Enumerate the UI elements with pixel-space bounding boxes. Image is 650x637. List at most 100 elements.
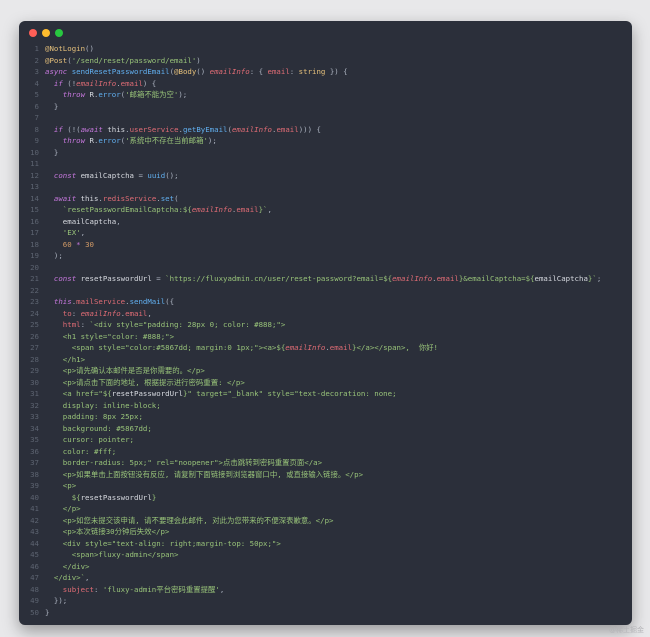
- code-token: emailCaptcha: [45, 216, 117, 226]
- code-line: 31 <a href="${resetPasswordUrl}" target=…: [23, 388, 628, 400]
- code-token: ))) {: [298, 124, 321, 134]
- code-line: 15 `resetPasswordEmailCaptcha:${emailInf…: [23, 204, 628, 216]
- code-line: 46 </div>: [23, 561, 628, 573]
- line-code: </div>: [45, 561, 90, 573]
- code-token: emailCaptcha: [534, 274, 588, 283]
- code-token: <h1 style="color: #888;">: [45, 331, 175, 341]
- code-token: }</a></span>, 你好!: [352, 343, 439, 352]
- line-code: <p>请点击下面的地址, 根据提示进行密码重置: </p>: [45, 377, 245, 389]
- code-token: ,: [116, 216, 121, 226]
- line-number: 7: [34, 113, 39, 122]
- code-token: emailInfo: [209, 67, 250, 76]
- code-token: sendMail: [129, 297, 166, 306]
- code-line: 5 throw R.error('邮箱不能为空');: [23, 89, 628, 101]
- code-token: this: [107, 124, 126, 134]
- code-token: }&emailCaptcha=${: [458, 274, 535, 283]
- line-code: <span>fluxy-admin</span>: [45, 549, 179, 561]
- code-token: email: [276, 124, 299, 134]
- line-code: @NotLogin(): [45, 43, 94, 55]
- code-token: emailInfo: [191, 205, 232, 214]
- code-window: 1 @NotLogin() 2 @Post('/send/reset/password…: [19, 21, 632, 625]
- code-token: resetPasswordUrl: [80, 274, 152, 283]
- line-code: </p>: [45, 503, 81, 515]
- code-line: 40 ${resetPasswordUrl}: [23, 492, 628, 504]
- code-token: throw: [45, 136, 90, 145]
- line-code: <p>如果单击上面按钮没有反应, 请复制下面链接到浏览器窗口中, 或直接输入链接…: [45, 469, 363, 481]
- line-code: subject: 'fluxy-admin平台密码重置提醒',: [45, 584, 225, 596]
- line-number: 27: [30, 343, 39, 352]
- line-code: if (!(await this.userService.getByEmail(…: [45, 124, 321, 136]
- line-number: 35: [30, 435, 39, 444]
- code-line: 7: [23, 112, 628, 124]
- code-token: `https://fluxyadmin.cn/user/reset-passwo…: [165, 274, 393, 283]
- code-token: background: #5867dd;: [45, 423, 152, 433]
- code-token: uuid: [147, 170, 166, 180]
- code-token: 'fluxy-admin平台密码重置提醒': [102, 584, 220, 594]
- code-line: 42 <p>如您未提交该申请, 请不要理会此邮件, 对此为您带来的不便深表歉意。…: [23, 515, 628, 527]
- line-code: );: [45, 250, 63, 262]
- line-code: padding: 8px 25px;: [45, 411, 143, 423]
- code-line: 14 await this.redisService.set(: [23, 193, 628, 205]
- code-token: sendResetPasswordEmail: [71, 67, 170, 76]
- code-line: 11: [23, 158, 628, 170]
- code-token: }) {: [325, 67, 348, 76]
- code-line: 36 color: #fff;: [23, 446, 628, 458]
- line-code: }: [45, 101, 58, 113]
- line-code: await this.redisService.set(: [45, 193, 179, 205]
- code-token: padding: 8px 25px;: [45, 412, 143, 421]
- code-line: 1 @NotLogin(): [23, 43, 628, 55]
- code-token: await: [80, 124, 108, 134]
- code-token: </div>`: [45, 573, 86, 582]
- line-code: color: #fff;: [45, 446, 116, 458]
- code-token: </h1>: [45, 354, 86, 364]
- code-token: });: [45, 596, 68, 605]
- code-token: email: [436, 274, 459, 283]
- code-token: ();: [165, 170, 179, 180]
- code-token: }`: [587, 274, 597, 283]
- line-number: 31: [30, 389, 39, 398]
- maximize-window-button[interactable]: [55, 29, 63, 37]
- line-number: 34: [30, 423, 39, 433]
- line-number: 48: [30, 584, 39, 594]
- code-line: 30 <p>请点击下面的地址, 根据提示进行密码重置: </p>: [23, 377, 628, 389]
- line-number: 33: [30, 412, 39, 421]
- code-token: subject: [45, 584, 94, 594]
- line-number: 37: [30, 458, 39, 467]
- code-token: *: [71, 239, 86, 249]
- line-number: 3: [34, 67, 39, 76]
- code-token: resetPasswordUrl: [80, 492, 152, 502]
- line-number: 47: [30, 573, 39, 582]
- line-code: }: [45, 147, 58, 159]
- code-line: 2 @Post('/send/reset/password/email'): [23, 55, 628, 67]
- line-number: 13: [30, 182, 39, 191]
- line-number: 12: [30, 170, 39, 180]
- code-token: 60: [45, 239, 72, 249]
- code-token: email: [236, 205, 259, 214]
- code-line: 24 to: emailInfo.email,: [23, 308, 628, 320]
- code-token: error: [98, 90, 121, 99]
- minimize-window-button[interactable]: [42, 29, 50, 37]
- line-number: 50: [30, 607, 39, 617]
- code-token: }: [151, 492, 157, 502]
- code-token: </p>: [45, 504, 81, 513]
- line-number: 39: [30, 481, 39, 490]
- code-line: 6 }: [23, 101, 628, 113]
- code-line: 41 </p>: [23, 503, 628, 515]
- code-token: (): [85, 44, 94, 53]
- line-code: background: #5867dd;: [45, 423, 152, 435]
- code-line: 10 }: [23, 147, 628, 159]
- code-token: ,: [85, 573, 90, 582]
- code-token: async: [45, 67, 72, 76]
- line-number: 14: [30, 193, 39, 203]
- code-line: 23 this.mailService.sendMail({: [23, 296, 628, 308]
- code-token: `<div style="padding: 28px 0; color: #88…: [89, 320, 286, 329]
- line-number: 41: [30, 504, 39, 513]
- code-token: }: [45, 607, 50, 617]
- line-number: 9: [34, 136, 39, 145]
- line-code: `resetPasswordEmailCaptcha:${emailInfo.e…: [45, 204, 272, 216]
- line-code: to: emailInfo.email,: [45, 308, 152, 320]
- close-window-button[interactable]: [29, 29, 37, 37]
- line-number: 25: [30, 320, 39, 329]
- line-number: 5: [34, 90, 39, 99]
- code-token: color: #fff;: [45, 446, 117, 456]
